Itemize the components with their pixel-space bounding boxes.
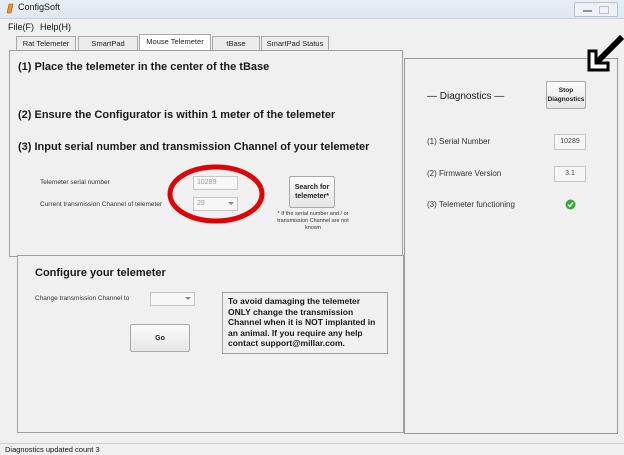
diagnostics-panel: — Diagnostics — Stop Diagnostics (1) Ser… <box>404 58 618 434</box>
tab-strip: Rat Telemeter SmartPad Mouse Telemeter t… <box>8 34 408 50</box>
menu-bar: File(F) Help(H) <box>0 20 624 34</box>
status-bar: Diagnostics updated count 3 <box>0 443 624 455</box>
diag-serial-value: 10289 <box>554 134 586 150</box>
annotation-arrow-icon <box>587 34 624 72</box>
diagnostics-title: — Diagnostics — <box>427 91 505 102</box>
diag-firmware-value: 3.1 <box>554 166 586 182</box>
tab-smartpad[interactable]: SmartPad <box>78 36 138 50</box>
menu-file[interactable]: File(F) <box>8 22 34 32</box>
diag-functioning-label: (3) Telemeter functioning <box>427 200 515 209</box>
instructions-panel: (1) Place the telemeter in the center of… <box>9 50 403 257</box>
title-bar: ConfigSoft <box>0 0 624 19</box>
minimize-icon[interactable] <box>583 10 592 12</box>
tab-mouse-telemeter[interactable]: Mouse Telemeter <box>139 34 211 50</box>
stop-diagnostics-button[interactable]: Stop Diagnostics <box>546 81 586 109</box>
search-telemeter-button[interactable]: Search for telemeter* <box>289 176 335 208</box>
warning-message: To avoid damaging the telemeter ONLY cha… <box>222 292 388 354</box>
diag-serial-label: (1) Serial Number <box>427 137 491 146</box>
menu-help[interactable]: Help(H) <box>40 22 71 32</box>
tab-smartpad-status[interactable]: SmartPad Status <box>261 36 329 50</box>
window-controls[interactable] <box>574 2 618 17</box>
channel-label: Current transmission Channel of telemete… <box>40 201 163 208</box>
serial-number-label: Telemeter serial number <box>40 179 110 186</box>
change-channel-select[interactable] <box>150 292 195 306</box>
app-icon <box>6 3 14 14</box>
diag-firmware-label: (2) Firmware Version <box>427 169 502 178</box>
status-text: Diagnostics updated count 3 <box>5 445 100 454</box>
change-channel-label: Change transmission Channel to <box>35 295 130 302</box>
search-note: * If the serial number and / or transmis… <box>277 211 349 231</box>
green-check-icon <box>565 199 576 210</box>
window-title: ConfigSoft <box>18 2 61 12</box>
app-window: ConfigSoft File(F) Help(H) Rat Telemeter… <box>0 0 624 455</box>
maximize-icon[interactable] <box>599 6 609 14</box>
instruction-step-2: (2) Ensure the Configurator is within 1 … <box>18 109 336 121</box>
configure-heading: Configure your telemeter <box>35 267 166 279</box>
annotation-red-ellipse <box>167 164 265 224</box>
instruction-step-1: (1) Place the telemeter in the center of… <box>18 61 270 73</box>
instruction-step-3: (3) Input serial number and transmission… <box>18 141 370 153</box>
chevron-down-icon <box>185 297 191 300</box>
go-button[interactable]: Go <box>130 324 190 352</box>
configure-panel: Configure your telemeter Change transmis… <box>17 255 404 433</box>
tab-rat-telemeter[interactable]: Rat Telemeter <box>16 36 76 50</box>
tab-tbase[interactable]: tBase <box>212 36 260 50</box>
